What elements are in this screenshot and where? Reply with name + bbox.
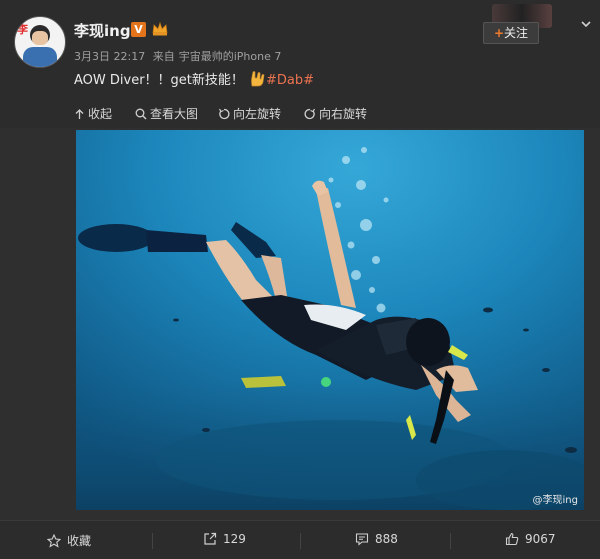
vip-crown-icon bbox=[152, 21, 168, 36]
post-text: AOW Diver！！get新技能！ bbox=[74, 73, 244, 88]
plus-icon: + bbox=[493, 26, 505, 40]
rotate-left-button[interactable]: 向左旋转 bbox=[218, 105, 281, 122]
collapse-button[interactable]: 收起 bbox=[74, 105, 112, 122]
like-button[interactable]: 9067 bbox=[505, 532, 556, 546]
follow-area: +关注 bbox=[482, 4, 592, 44]
author-name[interactable]: 李现ing bbox=[74, 20, 131, 41]
hashtag-link[interactable]: #Dab# bbox=[266, 73, 314, 88]
comment-icon bbox=[355, 533, 369, 546]
post-source[interactable]: 宇宙最帅的iPhone 7 bbox=[179, 50, 282, 63]
divider bbox=[152, 533, 153, 549]
arrow-up-icon bbox=[75, 109, 84, 119]
post-date[interactable]: 3月3日 22:17 bbox=[74, 50, 145, 63]
thumbs-up-icon bbox=[505, 532, 519, 546]
favorite-button[interactable]: 收藏 bbox=[46, 532, 91, 549]
scuba-diver-photo bbox=[76, 130, 584, 510]
author-avatar[interactable]: 李 bbox=[14, 16, 66, 68]
star-icon bbox=[46, 533, 62, 548]
rotate-right-icon bbox=[304, 108, 316, 120]
comment-button[interactable]: 888 bbox=[355, 532, 398, 546]
source-prefix: 来自 bbox=[152, 50, 175, 63]
view-large-button[interactable]: 查看大图 bbox=[135, 105, 198, 122]
divider bbox=[300, 533, 301, 549]
post-text-line: AOW Diver！！get新技能！ #Dab# bbox=[74, 69, 314, 88]
action-bar: 收藏 129 888 9067 bbox=[0, 520, 600, 559]
chevron-down-icon[interactable] bbox=[580, 18, 592, 30]
post-meta: 3月3日 22:17 来自 宇宙最帅的iPhone 7 bbox=[74, 48, 285, 64]
rotate-left-icon bbox=[218, 108, 230, 120]
repost-button[interactable]: 129 bbox=[203, 532, 246, 546]
follow-button[interactable]: +关注 bbox=[483, 22, 539, 44]
magnifier-icon bbox=[135, 108, 147, 120]
rotate-right-button[interactable]: 向右旋转 bbox=[304, 105, 367, 122]
share-icon bbox=[204, 532, 217, 545]
image-toolbar: 收起 查看大图 向左旋转 向右旋转 bbox=[0, 98, 600, 128]
verified-badge: V bbox=[131, 22, 146, 37]
weibo-post: 李 李现ing V 3月3日 22:17 来自 宇宙最帅的iPhone 7 AOW… bbox=[0, 0, 600, 559]
post-header: 李 李现ing V 3月3日 22:17 来自 宇宙最帅的iPhone 7 AOW… bbox=[0, 0, 600, 98]
rock-hand-emoji-icon bbox=[251, 71, 265, 87]
divider bbox=[450, 533, 451, 549]
post-photo[interactable]: @李现ing bbox=[76, 130, 584, 510]
photo-watermark: @李现ing bbox=[532, 495, 578, 506]
